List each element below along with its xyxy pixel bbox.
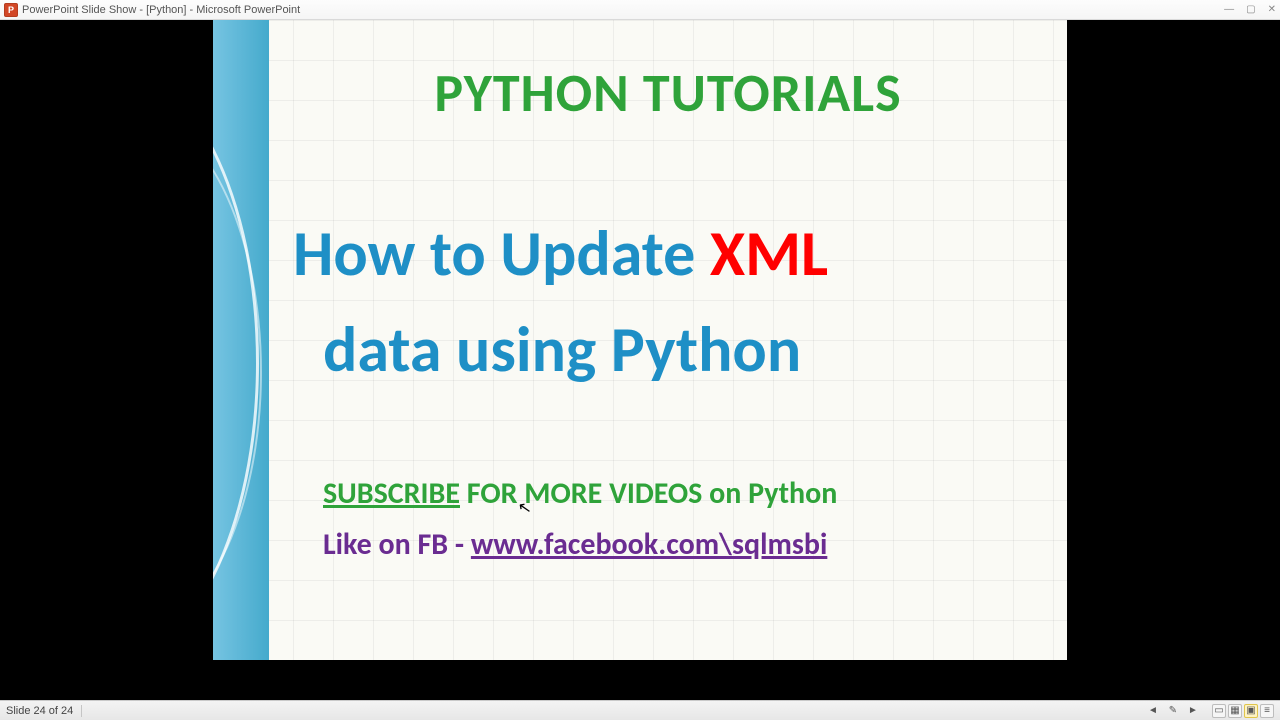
slide-footer-text: SUBSCRIBE FOR MORE VIDEOS on Python Like…: [293, 468, 1043, 570]
subscribe-word: SUBSCRIBE: [323, 475, 460, 512]
close-button[interactable]: ✕: [1268, 4, 1276, 15]
view-buttons: ▭ ▦ ▣ ≡: [1212, 704, 1274, 718]
subscribe-line: SUBSCRIBE FOR MORE VIDEOS on Python: [323, 468, 1043, 519]
slide-title-part1: How to Update: [293, 215, 710, 293]
pen-tool-button[interactable]: ✎: [1166, 704, 1180, 718]
powerpoint-icon: P: [4, 3, 18, 17]
prev-slide-button[interactable]: ◄: [1146, 704, 1160, 718]
slideshow-stage[interactable]: PYTHON TUTORIALS How to Update XML data …: [0, 20, 1280, 700]
subscribe-rest: FOR MORE VIDEOS on Python: [460, 475, 837, 512]
slide: PYTHON TUTORIALS How to Update XML data …: [213, 20, 1067, 660]
maximize-button[interactable]: ▢: [1246, 4, 1255, 15]
slide-counter: Slide 24 of 24: [6, 705, 82, 717]
status-right: ◄ ✎ ► ▭ ▦ ▣ ≡: [1146, 704, 1274, 718]
window-controls: — ▢ ✕: [1224, 4, 1276, 15]
slide-decorative-band: [213, 20, 269, 660]
facebook-link[interactable]: www.facebook.com\sqlmsbi: [471, 526, 827, 563]
minimize-button[interactable]: —: [1224, 4, 1234, 15]
fb-prefix: Like on FB -: [323, 526, 471, 563]
reading-view-button[interactable]: ≡: [1260, 704, 1274, 718]
slide-title: How to Update XML data using Python: [293, 206, 1043, 398]
slide-title-accent: XML: [710, 215, 828, 293]
slide-content: PYTHON TUTORIALS How to Update XML data …: [293, 60, 1043, 640]
title-bar: P PowerPoint Slide Show - [Python] - Mic…: [0, 0, 1280, 20]
slide-title-line2: data using Python: [293, 302, 1043, 398]
sorter-view-button[interactable]: ▦: [1228, 704, 1242, 718]
next-slide-button[interactable]: ►: [1186, 704, 1200, 718]
status-bar: Slide 24 of 24 ◄ ✎ ► ▭ ▦ ▣ ≡: [0, 700, 1280, 720]
normal-view-button[interactable]: ▭: [1212, 704, 1226, 718]
slide-heading: PYTHON TUTORIALS: [293, 60, 1043, 126]
window-title: PowerPoint Slide Show - [Python] - Micro…: [22, 4, 300, 16]
slideshow-view-button[interactable]: ▣: [1244, 704, 1258, 718]
facebook-line: Like on FB - www.facebook.com\sqlmsbi: [323, 519, 1043, 570]
